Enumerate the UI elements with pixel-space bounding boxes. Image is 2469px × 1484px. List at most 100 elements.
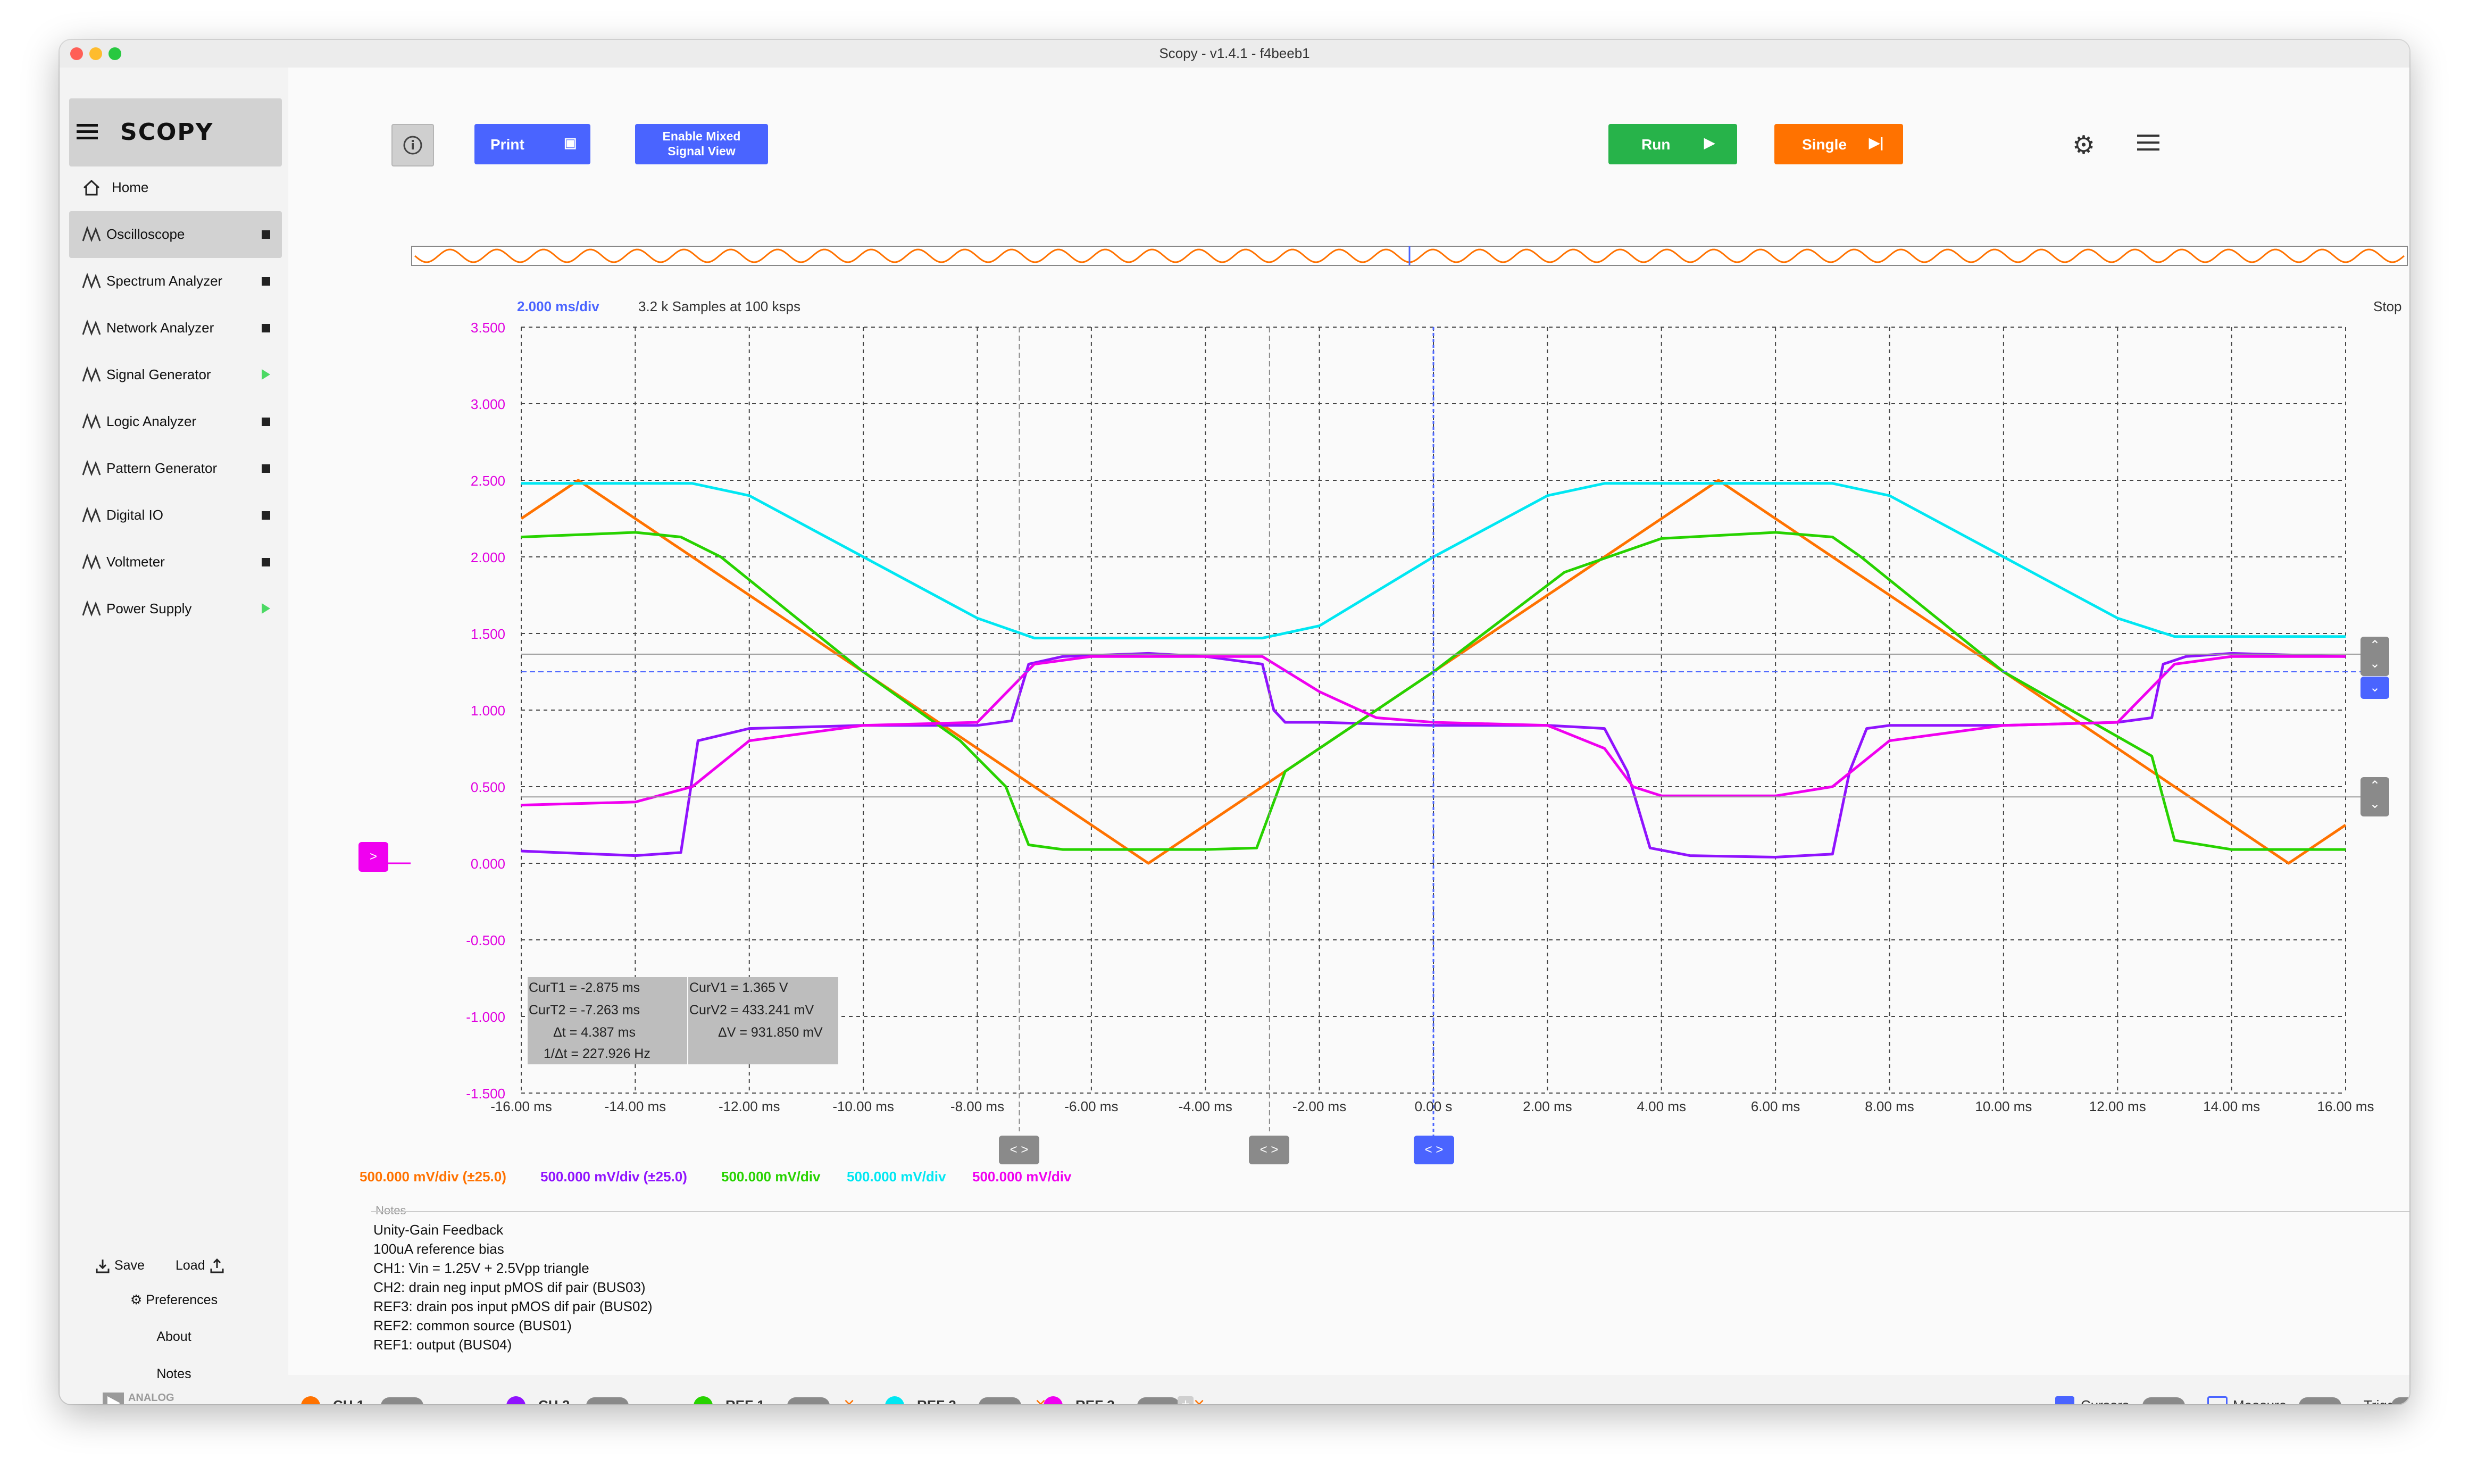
trigger-level-handle[interactable]: ⌄: [2360, 677, 2389, 699]
stop-indicator-icon[interactable]: [262, 277, 270, 286]
x-tick-label: 14.00 ms: [2203, 1098, 2261, 1114]
notes-line: CH2: drain neg input pMOS dif pair (BUS0…: [373, 1279, 646, 1295]
sidebar-item-signal-generator[interactable]: Signal Generator: [69, 352, 282, 398]
acquisition-state: Stop: [2373, 298, 2402, 314]
sidebar-item-voltmeter[interactable]: Voltmeter: [69, 539, 282, 586]
x-tick-label: 0.00 s: [1414, 1098, 1453, 1114]
scopy-logo: SCOPY: [120, 119, 214, 146]
channel-label: REF 3: [1075, 1397, 1115, 1404]
voltmeter-icon: [81, 552, 102, 573]
notes-divider: [371, 1211, 2409, 1212]
notes-button[interactable]: Notes: [60, 1366, 288, 1382]
sidebar-item-spectrum-analyzer[interactable]: Spectrum Analyzer: [69, 258, 282, 305]
x-tick-label: 10.00 ms: [1975, 1098, 2032, 1114]
y-tick-label: 2.000: [470, 549, 505, 565]
cursor-dt: Δt = 4.387 ms: [553, 1025, 636, 1040]
sidebar-item-logic-analyzer[interactable]: Logic Analyzer: [69, 398, 282, 445]
x-tick-label: 2.00 ms: [1523, 1098, 1572, 1114]
channel-toggle[interactable]: [1137, 1397, 1180, 1404]
channel-toggle[interactable]: [979, 1397, 1021, 1404]
cursor-t1-handle[interactable]: < >: [1249, 1136, 1289, 1164]
add-channel-button[interactable]: +: [1178, 1396, 1194, 1404]
sidebar-item-oscilloscope[interactable]: Oscilloscope: [69, 211, 282, 258]
x-tick-label: -8.00 ms: [950, 1098, 1005, 1114]
power-supply-icon: [81, 598, 102, 620]
notes-line: REF2: common source (BUS01): [373, 1318, 572, 1333]
preferences-button[interactable]: ⚙ Preferences: [60, 1292, 288, 1308]
y-tick-label: 1.500: [470, 626, 505, 642]
remove-channel-icon[interactable]: ×: [1194, 1393, 1205, 1404]
channel-toggle[interactable]: [787, 1397, 830, 1404]
sidebar-item-pattern-generator[interactable]: Pattern Generator: [69, 445, 282, 492]
channel-ch2[interactable]: CH 2: [506, 1375, 687, 1404]
title-bar: Scopy - v1.4.1 - f4beeb1: [60, 40, 2409, 69]
scale-label: 500.000 mV/div (±25.0): [360, 1169, 506, 1185]
sidebar-item-power-supply[interactable]: Power Supply: [69, 586, 282, 632]
sidebar-item-digital-io[interactable]: Digital IO: [69, 492, 282, 539]
notes-panel[interactable]: Notes Unity-Gain Feedback 100uA reference…: [371, 1204, 2409, 1378]
y-tick-label: 2.500: [470, 473, 505, 489]
sidebar-item-label: Logic Analyzer: [106, 413, 197, 429]
channel-color-dot: [1044, 1396, 1063, 1404]
cursors-label: Cursors: [2081, 1397, 2129, 1404]
vendor-name: ANALOG DEVICES: [128, 1392, 175, 1404]
x-tick-label: -12.00 ms: [718, 1098, 780, 1114]
sidebar-item-label: Oscilloscope: [106, 226, 185, 242]
notes-line: CH1: Vin = 1.25V + 2.5Vpp triangle: [373, 1260, 589, 1276]
stop-indicator-icon[interactable]: [262, 418, 270, 426]
cursor-v2: CurV2 = 433.241 mV: [689, 1003, 814, 1018]
x-tick-label: 8.00 ms: [1865, 1098, 1914, 1114]
y-tick-label: 0.000: [470, 856, 505, 872]
remove-channel-icon[interactable]: ×: [844, 1393, 855, 1404]
sidebar-item-home[interactable]: Home: [69, 169, 282, 206]
timebase-label: 2.000 ms/div: [517, 298, 599, 314]
stop-indicator-icon[interactable]: [262, 324, 270, 332]
preferences-label: Preferences: [146, 1293, 218, 1307]
sidebar-item-network-analyzer[interactable]: Network Analyzer: [69, 305, 282, 352]
notes-line: Unity-Gain Feedback: [373, 1222, 504, 1238]
channel-ref1[interactable]: REF 1 ×: [694, 1375, 874, 1404]
window-title: Scopy - v1.4.1 - f4beeb1: [1159, 45, 1310, 61]
oscilloscope-panel: Print ▣ Enable Mixed Signal View Run ▶ S…: [288, 68, 2409, 1404]
channel-toggle[interactable]: [381, 1397, 423, 1404]
channel-ref2[interactable]: REF 2×: [885, 1375, 1066, 1404]
channel-label: CH 1: [333, 1397, 364, 1404]
measure-label: Measure: [2233, 1397, 2287, 1404]
app-window: Scopy - v1.4.1 - f4beeb1 SCOPY Home Osci…: [60, 40, 2409, 1404]
stop-indicator-icon[interactable]: [262, 464, 270, 473]
home-icon: [83, 179, 100, 196]
cursors-checkbox[interactable]: [2055, 1396, 2074, 1404]
hamburger-menu-icon[interactable]: [77, 124, 98, 143]
channel-ref3[interactable]: REF 3 ×: [1044, 1375, 1224, 1404]
x-tick-label: -2.00 ms: [1292, 1098, 1347, 1114]
cursor-dv: ΔV = 931.850 mV: [718, 1025, 823, 1040]
sidebar-item-label: Signal Generator: [106, 366, 211, 382]
notes-line: REF3: drain pos input pMOS dif pair (BUS…: [373, 1298, 653, 1314]
x-tick-label: -16.00 ms: [490, 1098, 552, 1114]
stop-indicator-icon[interactable]: [262, 230, 270, 239]
measure-toggle[interactable]: [2299, 1397, 2341, 1404]
cursor-v1-handle[interactable]: ⌃ ⌄: [2360, 637, 2389, 676]
ref3-offset-handle[interactable]: >: [358, 842, 388, 872]
cursor-t1: CurT1 = -2.875 ms: [529, 980, 640, 995]
buffer-preview[interactable]: [411, 246, 2408, 266]
sidebar-item-label: Voltmeter: [106, 554, 165, 570]
x-tick-label: -10.00 ms: [832, 1098, 894, 1114]
channel-toggle[interactable]: [586, 1397, 629, 1404]
signal-icon: [81, 364, 102, 386]
trigger-position-handle[interactable]: < >: [1414, 1136, 1454, 1164]
save-button[interactable]: Save: [95, 1258, 145, 1274]
cursor-t2-handle[interactable]: < >: [999, 1136, 1039, 1164]
y-tick-label: 0.500: [470, 779, 505, 795]
running-indicator-icon[interactable]: [262, 603, 270, 614]
cursor-v2-handle[interactable]: ⌃ ⌄: [2360, 777, 2389, 816]
about-button[interactable]: About: [60, 1329, 288, 1345]
stop-indicator-icon[interactable]: [262, 511, 270, 520]
measure-checkbox[interactable]: [2207, 1396, 2228, 1404]
stop-indicator-icon[interactable]: [262, 558, 270, 566]
x-tick-label: 16.00 ms: [2317, 1098, 2374, 1114]
cursors-toggle[interactable]: [2142, 1397, 2185, 1404]
load-button[interactable]: Load: [176, 1258, 225, 1274]
channel-ch1[interactable]: CH 1: [301, 1375, 482, 1404]
running-indicator-icon[interactable]: [262, 369, 270, 380]
